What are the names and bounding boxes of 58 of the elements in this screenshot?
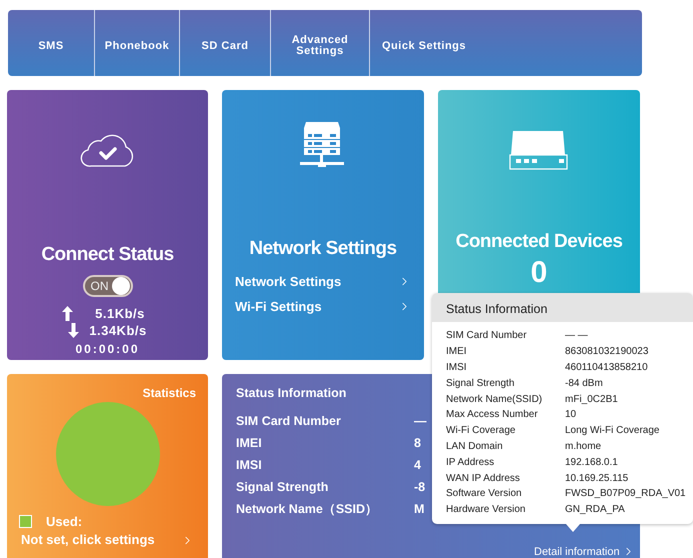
detail-information-link[interactable]: Detail information (534, 545, 635, 558)
info-value: 10.169.25.115 (565, 472, 630, 484)
device-count: 0 (530, 258, 548, 288)
tooltip-title: Status Information (432, 293, 693, 322)
info-value: Long Wi-Fi Coverage (565, 425, 660, 436)
card-title: Connected Devices (456, 231, 622, 253)
info-label: IMSI (236, 458, 263, 472)
connection-duration: 00:00:00 (75, 342, 140, 356)
server-icon (300, 122, 346, 170)
info-value: 4 (414, 458, 421, 472)
info-label: SIM Card Number (236, 414, 342, 428)
info-value: 192.168.0.1 (565, 456, 619, 468)
info-value: m.home (565, 440, 602, 452)
nav-tab[interactable]: Phonebook (95, 10, 180, 76)
info-label: Software Version (446, 488, 523, 500)
info-label: LAN Domain (446, 440, 504, 452)
info-value: GN_RDA_PA (565, 504, 626, 516)
card-title: Status Information (236, 386, 346, 400)
info-label: Network Name（SSID） (236, 500, 380, 518)
info-label: Signal Strength (446, 378, 516, 389)
download-rate: 1.34Kb/s (89, 323, 147, 338)
info-value: M (414, 502, 424, 516)
info-value: — (414, 414, 426, 428)
settings-link[interactable]: Wi-Fi Settings (235, 299, 411, 314)
info-value: 10 (565, 409, 578, 420)
info-label: Signal Strength (236, 480, 330, 494)
info-value: — — (565, 330, 589, 342)
info-value: FWSD_B07P09_RDA_V01 (565, 488, 687, 500)
connection-switch[interactable]: ON (82, 275, 132, 297)
info-label: Max Access Number (446, 409, 539, 420)
card-title: Connect Status (41, 244, 174, 266)
info-label: IMEI (446, 346, 468, 358)
info-label: WAN IP Address (446, 472, 521, 484)
up-arrow-icon (62, 306, 74, 321)
legend-label: Used: (46, 514, 82, 529)
info-label: Wi-Fi Coverage (446, 425, 516, 436)
nav-tab[interactable]: SMS (8, 10, 95, 76)
nav-tab[interactable]: Quick Settings (370, 10, 642, 76)
info-label: Hardware Version (446, 504, 526, 516)
info-label: IMEI (236, 436, 263, 450)
info-label: Network Name(SSID) (446, 394, 544, 405)
down-arrow-icon (68, 323, 80, 338)
info-value: 863081032190023 (565, 346, 650, 358)
router-icon (509, 130, 569, 170)
info-value: -8 (414, 480, 426, 494)
info-label: SIM Card Number (446, 330, 528, 342)
info-value: 8 (414, 436, 421, 450)
info-value: mFi_0C2B1 (565, 394, 619, 405)
info-label: IMSI (446, 362, 468, 373)
nav-tab[interactable]: Advanced Settings (271, 10, 370, 76)
info-label: IP Address (446, 456, 496, 468)
upload-rate: 5.1Kb/s (95, 306, 145, 321)
nav-tab[interactable]: SD Card (180, 10, 271, 76)
settings-link[interactable]: Network Settings (235, 274, 411, 289)
info-value: -84 dBm (565, 378, 604, 389)
card-title: Statistics (142, 386, 196, 400)
card-title: Network Settings (249, 238, 397, 260)
info-value: 460110413858210 (565, 362, 649, 373)
